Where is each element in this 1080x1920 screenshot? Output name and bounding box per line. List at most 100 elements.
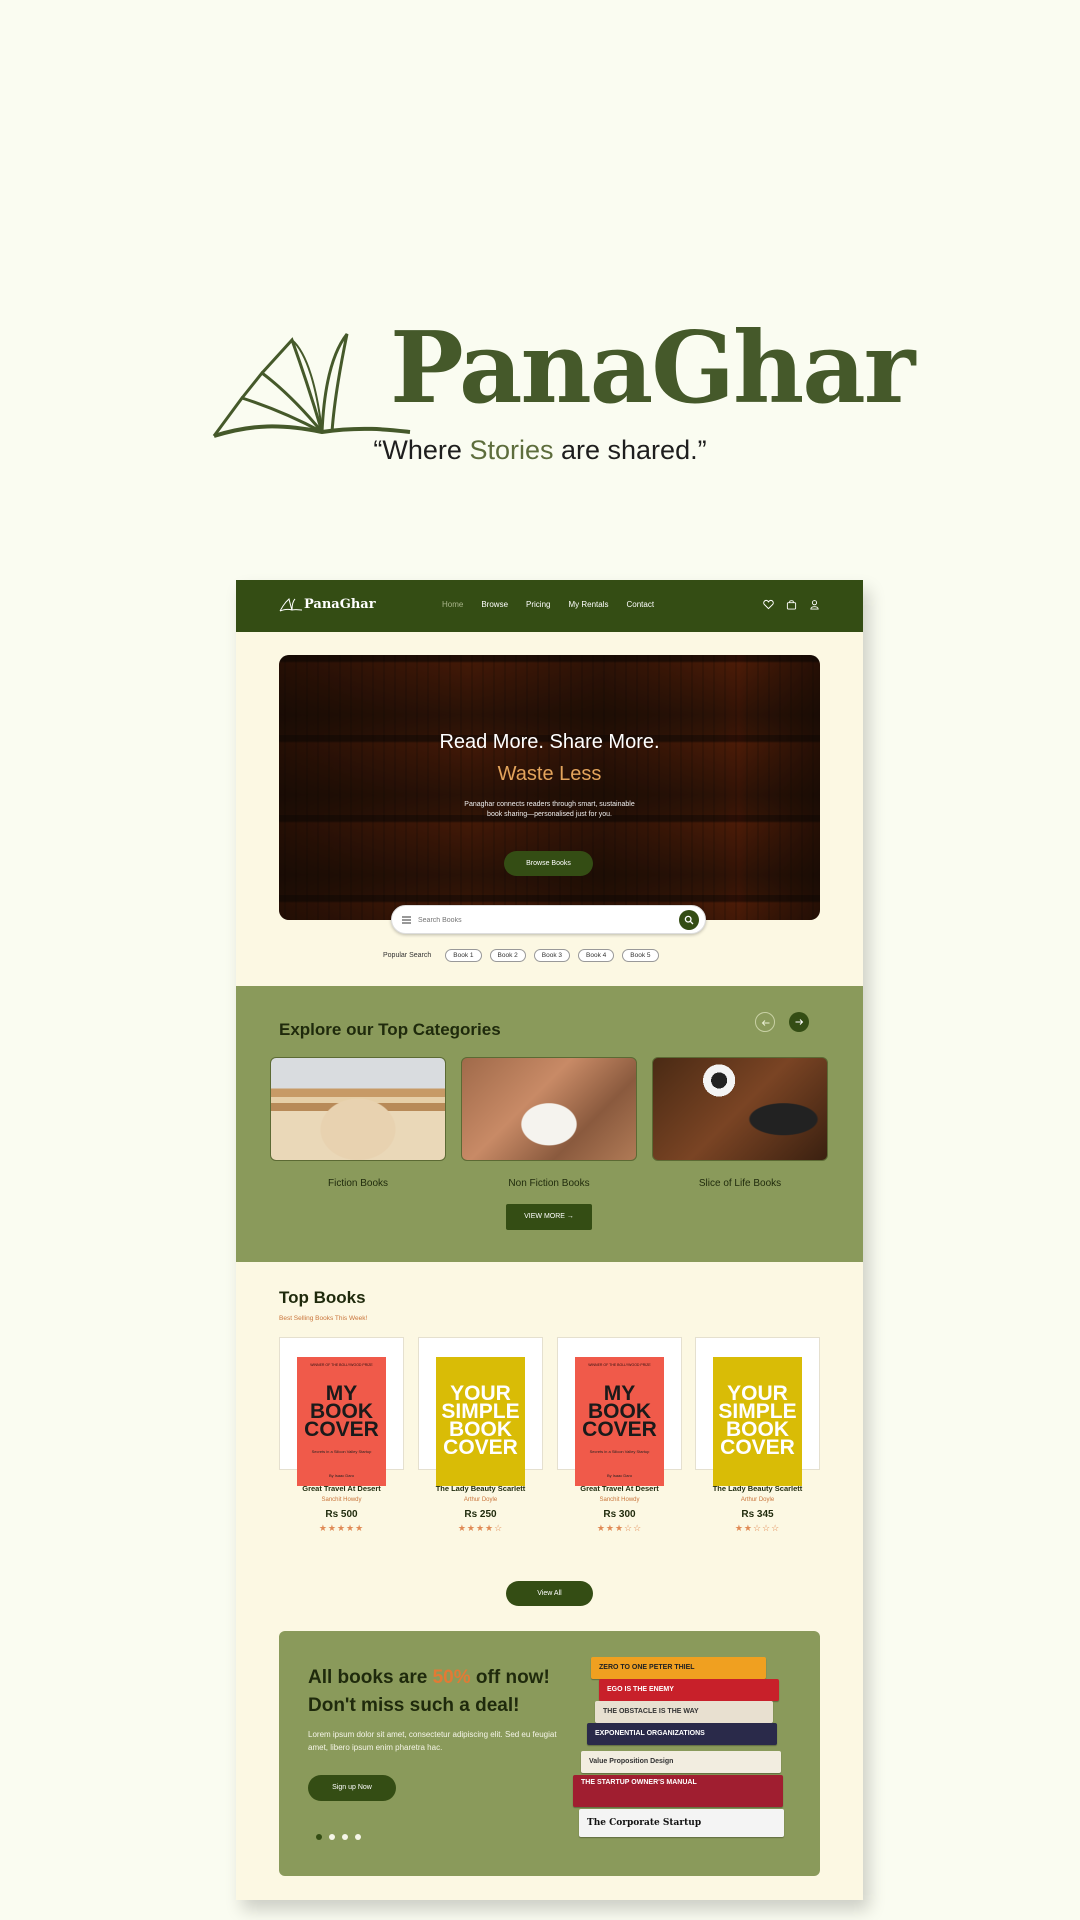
popular-search-label: Popular Search (383, 952, 432, 959)
category-label-slice-of-life: Slice of Life Books (698, 1178, 782, 1189)
promo-discount: 50% (432, 1667, 471, 1688)
promo-headline-start: All books are (308, 1667, 433, 1688)
cover-small-text: Secrets in a Silicon Valley Startup (311, 1449, 372, 1454)
promo-subheadline: Don't miss such a deal! (308, 1695, 520, 1716)
sign-up-button[interactable]: Sign up Now (308, 1775, 396, 1801)
user-icon[interactable] (809, 599, 820, 610)
nav-link-browse[interactable]: Browse (481, 600, 508, 609)
star-rating: ★★★☆☆ (596, 1523, 643, 1533)
book-price: Rs 345 (741, 1509, 774, 1520)
stack-book: EGO IS THE ENEMY (599, 1679, 779, 1701)
star-rating: ★★★★☆ (457, 1523, 504, 1533)
menu-icon[interactable] (402, 916, 411, 924)
browse-books-button[interactable]: Browse Books (504, 851, 593, 876)
book-card[interactable]: WINNER OF THE BOLLYWOOD PRIZE MY BOOK CO… (279, 1337, 404, 1534)
top-books-title: Top Books (279, 1288, 366, 1307)
category-label-nonfiction: Non Fiction Books (508, 1178, 590, 1189)
tagline-highlight: Stories (469, 435, 554, 465)
heart-icon[interactable] (763, 599, 774, 610)
book-cover: YOUR SIMPLE BOOK COVER (436, 1357, 525, 1486)
book-stack-image: ZERO TO ONE PETER THIEL EGO IS THE ENEMY… (569, 1657, 789, 1857)
carousel-dot[interactable] (316, 1834, 322, 1840)
stack-book: THE OBSTACLE IS THE WAY (595, 1701, 773, 1723)
nav-link-my-rentals[interactable]: My Rentals (568, 600, 608, 609)
cover-author: By Isaac Daro (328, 1473, 355, 1478)
hero-title: Read More. Share More. (439, 731, 660, 753)
cover-author: By Isaac Daro (606, 1473, 633, 1478)
arrow-left-icon (761, 1020, 770, 1026)
book-cover-frame: WINNER OF THE BOLLYWOOD PRIZE MY BOOK CO… (279, 1337, 404, 1486)
book-card[interactable]: YOUR SIMPLE BOOK COVER The Lady Beauty S… (418, 1337, 543, 1534)
nav-link-home[interactable]: Home (442, 600, 463, 609)
popular-chip[interactable]: Book 5 (622, 949, 659, 962)
view-more-button[interactable]: VIEW MORE → (506, 1204, 592, 1230)
logo-icon[interactable] (279, 598, 303, 612)
stack-book: The Corporate Startup (579, 1809, 784, 1837)
book-price: Rs 500 (325, 1509, 358, 1520)
cover-title: MY BOOK COVER (582, 1382, 657, 1441)
category-card-slice-of-life[interactable] (652, 1057, 828, 1161)
book-card[interactable]: YOUR SIMPLE BOOK COVER The Lady Beauty S… (695, 1337, 820, 1534)
view-all-button[interactable]: View All (506, 1581, 593, 1606)
arrow-right-icon (795, 1019, 804, 1025)
promo-headline: All books are 50% off now! (308, 1667, 550, 1689)
book-author: Arthur Doyle (740, 1497, 775, 1503)
bag-icon[interactable] (786, 599, 797, 610)
category-card-nonfiction[interactable] (461, 1057, 637, 1161)
popular-chip[interactable]: Book 4 (578, 949, 615, 962)
hero-banner: Read More. Share More. Waste Less Panagh… (279, 655, 820, 920)
book-cover-frame: YOUR SIMPLE BOOK COVER (695, 1337, 820, 1486)
book-card[interactable]: WINNER OF THE BOLLYWOOD PRIZE MY BOOK CO… (557, 1337, 682, 1534)
stack-book: EXPONENTIAL ORGANIZATIONS (587, 1723, 777, 1745)
search-input[interactable] (418, 915, 658, 925)
nav-link-pricing[interactable]: Pricing (526, 600, 550, 609)
book-author: Arthur Doyle (463, 1497, 498, 1503)
popular-chip[interactable]: Book 2 (489, 949, 526, 962)
hero-description: Panaghar connects readers through smart,… (464, 801, 635, 818)
promo-headline-end: off now! (470, 1667, 550, 1688)
tagline-close: are shared.” (553, 435, 707, 465)
cover-small-text: Secrets in a Silicon Valley Startup (589, 1449, 650, 1454)
book-cover: YOUR SIMPLE BOOK COVER (713, 1357, 802, 1486)
website-mockup: PanaGhar Home Browse Pricing My Rentals … (236, 580, 863, 1900)
hero-subtitle: Waste Less (497, 763, 602, 785)
carousel-dot[interactable] (329, 1834, 335, 1840)
cover-top-text: WINNER OF THE BOLLYWOOD PRIZE (588, 1363, 651, 1367)
categories-section: Explore our Top Categories Fiction Books… (236, 986, 863, 1262)
book-cover: WINNER OF THE BOLLYWOOD PRIZE MY BOOK CO… (297, 1357, 386, 1486)
nav-link-contact[interactable]: Contact (627, 600, 655, 609)
stack-book: ZERO TO ONE PETER THIEL (591, 1657, 766, 1679)
popular-search: Popular Search Book 1 Book 2 Book 3 Book… (383, 949, 659, 962)
cover-title: YOUR SIMPLE BOOK COVER (441, 1382, 520, 1459)
book-author: Sanchit Howdy (599, 1497, 640, 1503)
carousel-dot[interactable] (342, 1834, 348, 1840)
cover-top-text: WINNER OF THE BOLLYWOOD PRIZE (310, 1363, 373, 1367)
top-books-subtitle: Best Selling Books This Week! (279, 1315, 368, 1322)
book-cover-frame: YOUR SIMPLE BOOK COVER (418, 1337, 543, 1486)
star-rating: ★★★★★ (318, 1523, 365, 1533)
search-button[interactable] (679, 910, 699, 930)
brand-name: PanaGhar (390, 311, 915, 426)
promo-description: Lorem ipsum dolor sit amet, consectetur … (308, 1730, 557, 1752)
nav-brand[interactable]: PanaGhar (304, 597, 376, 612)
category-card-fiction[interactable] (270, 1057, 446, 1161)
stack-book: THE STARTUP OWNER'S MANUAL (573, 1775, 783, 1807)
brand-header: PanaGhar “Where Stories are shared.” (0, 310, 1080, 480)
open-book-icon (212, 333, 411, 438)
popular-chip[interactable]: Book 1 (445, 949, 482, 962)
tagline-open: “Where (373, 435, 470, 465)
navbar: PanaGhar Home Browse Pricing My Rentals … (236, 580, 863, 632)
categories-next-button[interactable] (789, 1012, 809, 1032)
brand-tagline: “Where Stories are shared.” (0, 435, 1080, 466)
popular-chip[interactable]: Book 3 (533, 949, 571, 962)
book-price: Rs 300 (603, 1509, 636, 1520)
categories-prev-button[interactable] (755, 1012, 775, 1032)
book-author: Sanchit Howdy (321, 1497, 362, 1503)
carousel-dots (316, 1834, 361, 1840)
search-icon (684, 915, 694, 925)
book-price: Rs 250 (464, 1509, 497, 1520)
carousel-dot[interactable] (355, 1834, 361, 1840)
promo-banner: All books are 50% off now! Don't miss su… (279, 1631, 820, 1876)
cover-title: YOUR SIMPLE BOOK COVER (718, 1382, 797, 1459)
nav-links: Home Browse Pricing My Rentals Contact (442, 600, 654, 609)
